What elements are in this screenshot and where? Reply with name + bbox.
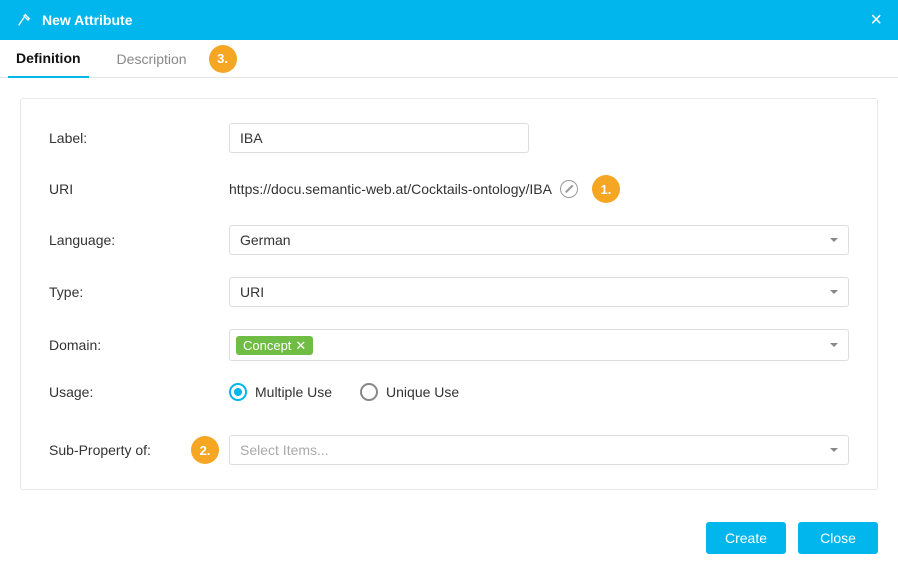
- form-panel: Label: URI https://docu.semantic-web.at/…: [20, 98, 878, 490]
- label-uri: URI: [49, 181, 229, 197]
- subprop-select[interactable]: Select Items...: [229, 435, 849, 465]
- callout-3: 3.: [209, 45, 237, 73]
- language-select[interactable]: German: [229, 225, 849, 255]
- type-select[interactable]: URI: [229, 277, 849, 307]
- domain-tag: Concept ✕: [236, 336, 313, 355]
- label-type: Type:: [49, 284, 229, 300]
- chevron-down-icon: [830, 290, 838, 294]
- radio-multiple-label: Multiple Use: [255, 384, 332, 400]
- row-label: Label:: [49, 123, 849, 153]
- attribute-icon: [16, 12, 32, 28]
- label-language: Language:: [49, 232, 229, 248]
- type-value: URI: [240, 284, 264, 300]
- row-uri: URI https://docu.semantic-web.at/Cocktai…: [49, 175, 849, 203]
- dialog-header: New Attribute ×: [0, 0, 898, 40]
- edit-uri-icon[interactable]: [560, 180, 578, 198]
- close-button[interactable]: Close: [798, 522, 878, 554]
- chevron-down-icon: [830, 238, 838, 242]
- uri-value: https://docu.semantic-web.at/Cocktails-o…: [229, 181, 552, 197]
- row-type: Type: URI: [49, 277, 849, 307]
- radio-multiple-use[interactable]: Multiple Use: [229, 383, 332, 401]
- chevron-down-icon: [830, 448, 838, 452]
- tab-definition[interactable]: Definition: [8, 40, 89, 78]
- chevron-down-icon: [830, 343, 838, 347]
- domain-select[interactable]: Concept ✕: [229, 329, 849, 361]
- radio-icon: [360, 383, 378, 401]
- label-domain: Domain:: [49, 337, 229, 353]
- callout-1: 1.: [592, 175, 620, 203]
- row-language: Language: German: [49, 225, 849, 255]
- language-value: German: [240, 232, 291, 248]
- usage-radio-group: Multiple Use Unique Use: [229, 383, 459, 401]
- radio-unique-use[interactable]: Unique Use: [360, 383, 459, 401]
- radio-unique-label: Unique Use: [386, 384, 459, 400]
- domain-tag-label: Concept: [243, 339, 291, 352]
- close-icon[interactable]: ×: [870, 9, 882, 32]
- subprop-placeholder: Select Items...: [240, 442, 329, 458]
- label-usage: Usage:: [49, 384, 229, 400]
- row-domain: Domain: Concept ✕: [49, 329, 849, 361]
- remove-tag-icon[interactable]: ✕: [295, 339, 306, 352]
- dialog-title: New Attribute: [42, 12, 132, 28]
- label-label: Label:: [49, 130, 229, 146]
- tab-bar: Definition Description 3.: [0, 40, 898, 78]
- dialog-footer: Create Close: [0, 510, 898, 554]
- header-left: New Attribute: [16, 12, 132, 28]
- label-input[interactable]: [229, 123, 529, 153]
- row-subprop: Sub-Property of: 2. Select Items...: [49, 435, 849, 465]
- callout-2: 2.: [191, 436, 219, 464]
- create-button[interactable]: Create: [706, 522, 786, 554]
- radio-icon: [229, 383, 247, 401]
- row-usage: Usage: Multiple Use Unique Use: [49, 383, 849, 401]
- tab-description[interactable]: Description: [109, 40, 195, 78]
